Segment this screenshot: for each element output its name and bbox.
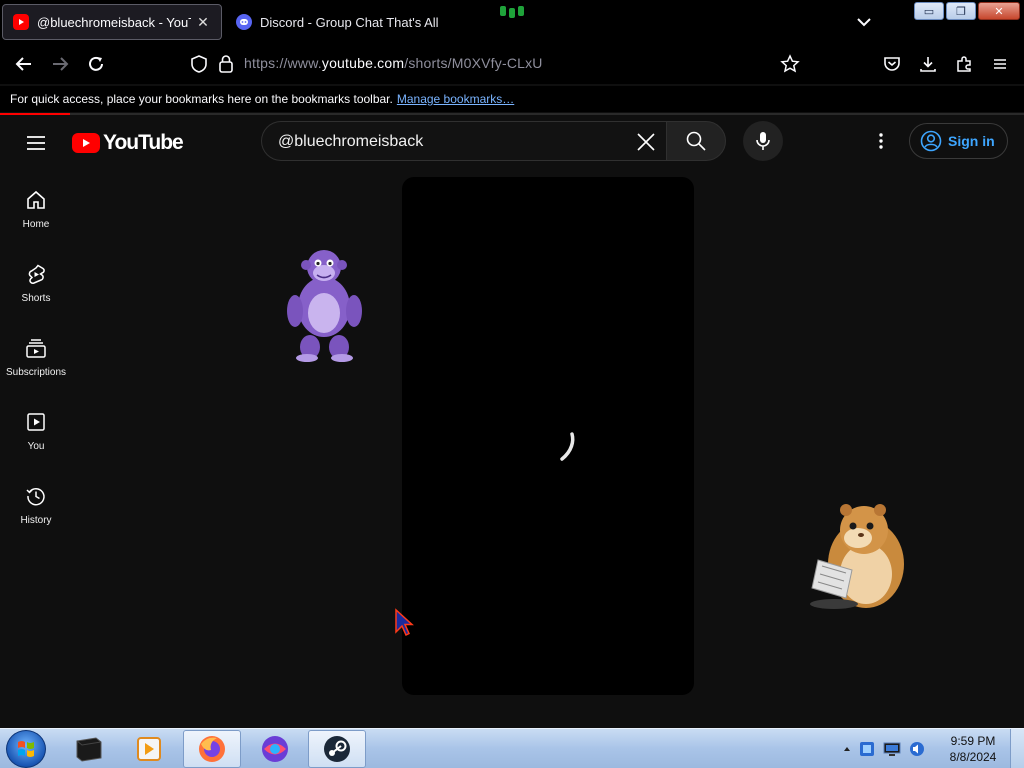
sidebar-label: Subscriptions xyxy=(5,367,67,378)
taskbar-terminal[interactable] xyxy=(60,730,118,768)
show-desktop-button[interactable] xyxy=(1010,729,1024,768)
browser-nav-bar: https://www.youtube.com/shorts/M0XVfy-CL… xyxy=(0,44,1024,84)
sign-in-label: Sign in xyxy=(948,133,995,149)
sidebar-item-home[interactable]: Home xyxy=(0,171,72,245)
bookmarks-toolbar: For quick access, place your bookmarks h… xyxy=(0,86,1024,112)
youtube-icon xyxy=(13,14,29,30)
back-arrow-icon[interactable] xyxy=(12,52,36,76)
start-button[interactable] xyxy=(6,730,46,768)
firefox-icon xyxy=(199,736,225,762)
url-host: youtube.com xyxy=(321,55,405,71)
sidebar-item-you[interactable]: You xyxy=(0,393,72,467)
tab-discord[interactable]: Discord - Group Chat That's All xyxy=(226,4,476,40)
screen: @bluechromeisback - YouTube ✕ Discord - … xyxy=(0,0,1024,768)
taskbar-firefox[interactable] xyxy=(183,730,241,768)
sidebar-label: Shorts xyxy=(21,293,51,304)
clock-time: 9:59 PM xyxy=(950,734,996,748)
search-box[interactable] xyxy=(261,121,666,161)
taskbar-media-player[interactable] xyxy=(120,730,178,768)
shorts-icon xyxy=(28,264,45,284)
network-icon[interactable] xyxy=(882,740,902,758)
lock-icon[interactable] xyxy=(218,54,234,74)
browser-tab-strip: @bluechromeisback - YouTube ✕ Discord - … xyxy=(0,0,1024,44)
sidebar-label: You xyxy=(27,441,45,452)
guide-menu-icon[interactable] xyxy=(24,131,48,155)
home-icon xyxy=(27,190,45,209)
you-icon xyxy=(27,413,45,431)
decorative-green-shape xyxy=(500,6,524,18)
clear-search-icon[interactable] xyxy=(634,130,658,154)
volume-icon[interactable] xyxy=(908,740,926,758)
voice-search-button[interactable] xyxy=(743,121,783,161)
window-close-button[interactable]: ✕ xyxy=(978,2,1020,20)
youtube-play-icon xyxy=(72,133,100,153)
taskbar-browser[interactable] xyxy=(246,730,304,768)
terminal-icon xyxy=(76,737,102,762)
taskbar-steam[interactable] xyxy=(308,730,366,768)
manage-bookmarks-link[interactable]: Manage bookmarks… xyxy=(397,92,514,106)
account-icon xyxy=(920,130,942,152)
sidebar-item-subscriptions[interactable]: Subscriptions xyxy=(0,319,72,393)
extensions-icon[interactable] xyxy=(952,52,976,76)
search-icon xyxy=(686,131,706,151)
url-text: https://www.youtube.com/shorts/M0XVfy-CL… xyxy=(244,55,543,71)
taskbar-clock[interactable]: 9:59 PM 8/8/2024 xyxy=(946,733,1000,765)
tab-list-chevron-icon[interactable] xyxy=(852,10,876,34)
window-controls: ▭ ❐ ✕ xyxy=(914,2,1020,20)
sign-in-button[interactable]: Sign in xyxy=(909,123,1008,159)
bookmark-star-icon[interactable] xyxy=(780,54,800,74)
sidebar-item-history[interactable]: History xyxy=(0,467,72,541)
url-prefix: https://www. xyxy=(244,55,322,71)
search-button[interactable] xyxy=(666,121,726,161)
search-input[interactable] xyxy=(278,131,618,153)
media-player-icon xyxy=(137,737,161,761)
minimize-button[interactable]: ▭ xyxy=(914,2,944,20)
shorts-video-player[interactable] xyxy=(402,177,694,695)
url-bar[interactable]: https://www.youtube.com/shorts/M0XVfy-CL… xyxy=(182,50,822,78)
windows-taskbar: 9:59 PM 8/8/2024 xyxy=(0,728,1024,768)
loading-spinner-icon xyxy=(560,432,575,461)
windows-logo-icon xyxy=(18,741,34,757)
tab-title: Discord - Group Chat That's All xyxy=(260,14,439,30)
url-path: /shorts/M0XVfy-CLxU xyxy=(404,55,543,71)
youtube-logo[interactable]: YouTube xyxy=(72,130,184,156)
microphone-icon xyxy=(756,132,770,150)
system-tray xyxy=(842,737,926,761)
hamster-reading-character xyxy=(810,504,904,609)
tab-youtube[interactable]: @bluechromeisback - YouTube ✕ xyxy=(2,4,222,40)
browser-icon xyxy=(262,736,288,762)
clock-date: 8/8/2024 xyxy=(949,750,997,764)
forward-arrow-icon[interactable] xyxy=(48,52,72,76)
youtube-logo-text: YouTube xyxy=(103,131,184,154)
subscriptions-icon xyxy=(26,339,46,358)
discord-icon xyxy=(236,14,252,30)
steam-icon xyxy=(324,736,350,762)
restore-button[interactable]: ❐ xyxy=(946,2,976,20)
youtube-header: YouTube Sign in xyxy=(0,115,1024,171)
mouse-cursor-icon xyxy=(395,608,414,637)
sidebar-item-shorts[interactable]: Shorts xyxy=(0,245,72,319)
pocket-icon[interactable] xyxy=(880,52,904,76)
show-hidden-icons-chevron-icon[interactable] xyxy=(842,744,852,754)
tab-title: @bluechromeisback - YouTube xyxy=(37,14,191,30)
bookmarks-message: For quick access, place your bookmarks h… xyxy=(10,92,393,106)
shield-icon[interactable] xyxy=(190,54,208,74)
history-icon xyxy=(26,487,45,506)
purple-gorilla-character[interactable] xyxy=(283,245,367,363)
hamburger-menu-icon[interactable] xyxy=(988,52,1012,76)
reload-icon[interactable] xyxy=(84,52,108,76)
close-tab-icon[interactable]: ✕ xyxy=(195,14,211,31)
mini-guide-sidebar: Home Shorts Subscriptions You History xyxy=(0,171,72,728)
sidebar-label: History xyxy=(20,515,52,526)
sidebar-label: Home xyxy=(22,219,50,230)
more-options-icon[interactable] xyxy=(869,129,893,153)
downloads-icon[interactable] xyxy=(916,52,940,76)
tray-app-icon[interactable] xyxy=(858,740,876,758)
